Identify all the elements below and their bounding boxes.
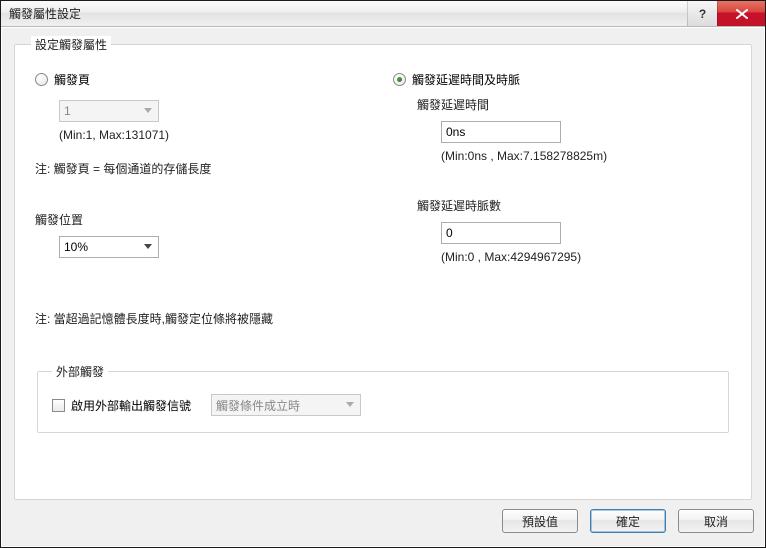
trigger-page-combo: 1 xyxy=(59,100,159,122)
delay-clock-label: 觸發延遲時脈數 xyxy=(417,197,731,214)
cancel-button[interactable]: 取消 xyxy=(678,509,754,533)
chevron-down-icon xyxy=(140,103,156,119)
external-trigger-group: 外部觸發 啟用外部輸出觸發信號 觸發條件成立時 xyxy=(37,363,729,433)
trigger-position-combo[interactable]: 10% xyxy=(59,236,159,258)
chevron-down-icon xyxy=(140,239,156,255)
delay-time-subgroup: 觸發延遲時間 0ns (Min:0ns , Max:7.158278825m) xyxy=(417,96,731,163)
help-button[interactable]: ? xyxy=(687,1,717,26)
ok-button-label: 確定 xyxy=(616,513,640,530)
delay-time-input[interactable]: 0ns xyxy=(441,121,561,143)
trigger-page-hint: (Min:1, Max:131071) xyxy=(59,128,373,142)
right-column: 觸發延遲時間及時脈 觸發延遲時間 0ns (Min:0ns , Max:7.15… xyxy=(393,71,731,264)
trigger-position-subgroup: 10% xyxy=(59,232,373,258)
external-condition-combo: 觸發條件成立時 xyxy=(211,394,361,416)
close-icon xyxy=(736,9,748,19)
cancel-button-label: 取消 xyxy=(704,513,728,530)
trigger-page-value: 1 xyxy=(64,104,71,118)
delay-time-value: 0ns xyxy=(446,125,465,139)
external-output-checkbox-label: 啟用外部輸出觸發信號 xyxy=(71,397,191,414)
client-area: 設定觸發屬性 觸發頁 1 (Min:1, Max: xyxy=(2,28,764,546)
chevron-down-icon xyxy=(342,397,358,413)
default-button-label: 預設值 xyxy=(522,513,558,530)
trigger-properties-legend: 設定觸發屬性 xyxy=(31,36,111,53)
trigger-delay-radio[interactable]: 觸發延遲時間及時脈 xyxy=(393,71,731,88)
trigger-position-value: 10% xyxy=(64,240,88,254)
trigger-page-subgroup: 1 (Min:1, Max:131071) xyxy=(59,96,373,142)
trigger-page-note: 注: 觸發頁 = 每個通道的存儲長度 xyxy=(35,160,373,177)
delay-time-hint: (Min:0ns , Max:7.158278825m) xyxy=(441,149,731,163)
columns: 觸發頁 1 (Min:1, Max:131071) 注: 觸發頁 = 每個通道的… xyxy=(35,71,731,264)
memory-note: 注: 當超過記憶體長度時,觸發定位條將被隱藏 xyxy=(35,310,731,327)
trigger-delay-radio-label: 觸發延遲時間及時脈 xyxy=(412,71,520,88)
ok-button[interactable]: 確定 xyxy=(590,509,666,533)
titlebar: 觸發屬性設定 ? xyxy=(1,1,765,27)
radio-icon xyxy=(35,73,48,86)
dialog-window: 觸發屬性設定 ? 設定觸發屬性 觸發頁 xyxy=(0,0,766,548)
trigger-properties-group: 設定觸發屬性 觸發頁 1 (Min:1, Max: xyxy=(14,36,752,500)
delay-clock-subgroup: 觸發延遲時脈數 0 (Min:0 , Max:4294967295) xyxy=(417,197,731,264)
delay-clock-value: 0 xyxy=(446,226,453,240)
external-output-checkbox[interactable] xyxy=(52,399,65,412)
external-output-row: 啟用外部輸出觸發信號 觸發條件成立時 xyxy=(52,394,714,416)
left-column: 觸發頁 1 (Min:1, Max:131071) 注: 觸發頁 = 每個通道的… xyxy=(35,71,373,264)
trigger-page-radio-label: 觸發頁 xyxy=(54,71,90,88)
delay-time-label: 觸發延遲時間 xyxy=(417,96,731,113)
window-title: 觸發屬性設定 xyxy=(9,5,81,22)
help-icon: ? xyxy=(699,7,706,21)
close-button[interactable] xyxy=(717,1,765,26)
trigger-position-label: 觸發位置 xyxy=(35,211,373,228)
dialog-footer: 預設值 確定 取消 xyxy=(12,506,754,536)
delay-clock-input[interactable]: 0 xyxy=(441,222,561,244)
external-condition-value: 觸發條件成立時 xyxy=(216,397,300,414)
delay-clock-hint: (Min:0 , Max:4294967295) xyxy=(441,250,731,264)
external-trigger-legend: 外部觸發 xyxy=(52,363,108,380)
default-button[interactable]: 預設值 xyxy=(502,509,578,533)
radio-icon xyxy=(393,73,406,86)
trigger-page-radio[interactable]: 觸發頁 xyxy=(35,71,373,88)
titlebar-buttons: ? xyxy=(687,1,765,26)
